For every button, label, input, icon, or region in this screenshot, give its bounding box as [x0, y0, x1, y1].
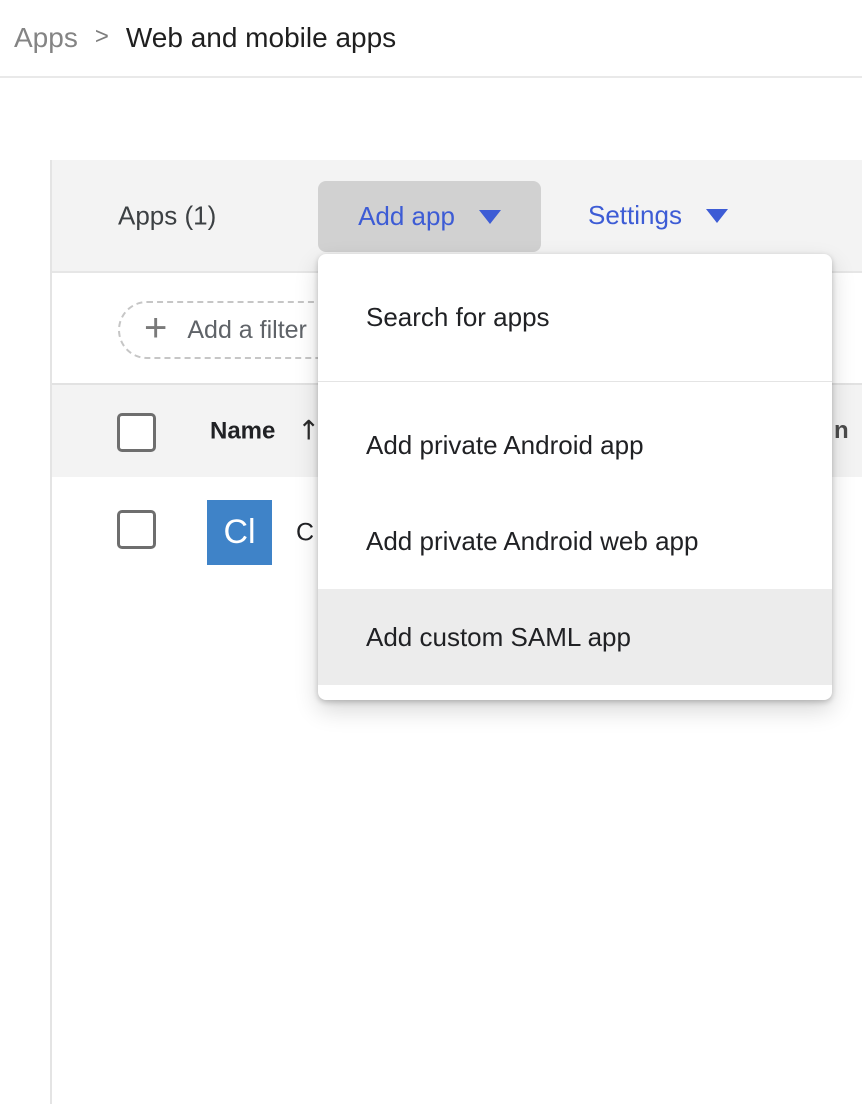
app-avatar-initials: Cl — [223, 513, 255, 552]
menu-item-add-private-android-app[interactable]: Add private Android app — [318, 397, 832, 493]
add-filter-button[interactable]: + Add a filter — [118, 301, 350, 359]
sort-ascending-icon: ↑ — [297, 416, 320, 447]
add-app-dropdown-menu: Search for apps Add private Android app … — [318, 254, 832, 700]
add-filter-label: Add a filter — [187, 316, 307, 345]
menu-item-add-private-android-web-app[interactable]: Add private Android web app — [318, 493, 832, 589]
chevron-down-icon — [706, 209, 728, 223]
settings-button-label: Settings — [588, 200, 682, 231]
apps-count-label: Apps (1) — [118, 200, 216, 231]
web-and-mobile-apps-page: Apps > Web and mobile apps Apps (1) Add … — [0, 0, 862, 1104]
menu-divider — [318, 381, 832, 382]
select-all-checkbox[interactable] — [117, 413, 156, 452]
name-column-header[interactable]: Name ↑ — [210, 416, 320, 447]
menu-item-search-for-apps[interactable]: Search for apps — [318, 269, 832, 365]
truncated-column-header: n — [834, 417, 849, 445]
app-avatar: Cl — [207, 500, 272, 565]
menu-item-add-custom-saml-app[interactable]: Add custom SAML app — [318, 589, 832, 685]
page-title: Web and mobile apps — [126, 22, 396, 54]
add-app-button-label: Add app — [358, 201, 455, 232]
add-app-button[interactable]: Add app — [318, 181, 541, 252]
breadcrumb-chevron-icon: > — [95, 23, 109, 53]
plus-icon: + — [144, 308, 167, 348]
breadcrumb-apps-link[interactable]: Apps — [14, 22, 78, 54]
name-column-label: Name — [210, 417, 275, 445]
breadcrumb: Apps > Web and mobile apps — [0, 0, 862, 78]
chevron-down-icon — [479, 210, 501, 224]
app-name: C — [296, 519, 314, 548]
row-checkbox[interactable] — [117, 510, 156, 549]
